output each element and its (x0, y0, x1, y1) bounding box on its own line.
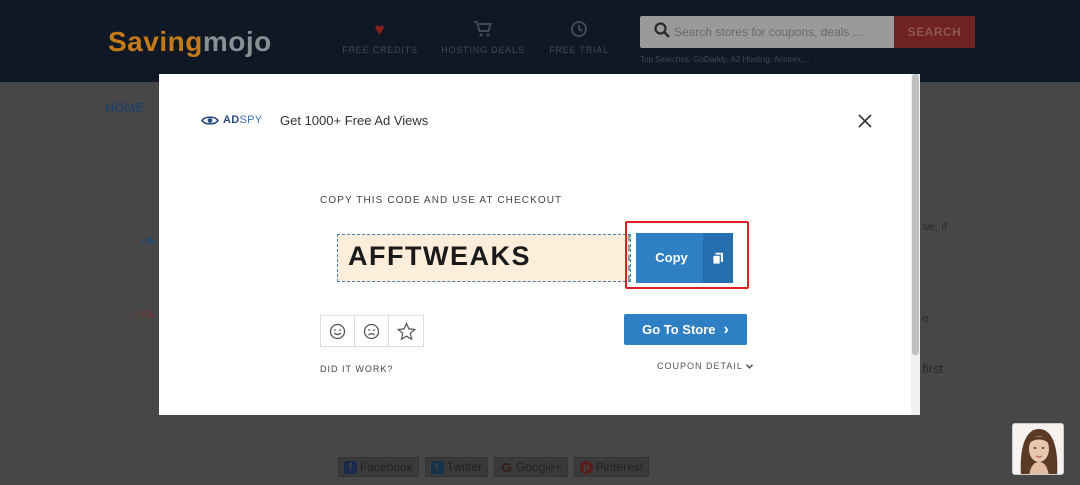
coupon-code[interactable]: AFFTWEAKS (348, 241, 531, 272)
star-icon (396, 321, 416, 340)
coupon-detail-toggle[interactable]: COUPON DETAIL (657, 361, 753, 371)
avatar-image (1013, 424, 1063, 474)
smile-button[interactable] (321, 316, 355, 346)
facebook-icon: f (344, 460, 357, 474)
feedback-buttons (320, 315, 424, 347)
twitter-icon: t (430, 460, 444, 474)
modal-scrollbar[interactable] (911, 74, 920, 415)
nav-label: FREE TRIAL (549, 45, 609, 55)
heart-outline-icon: ♡ (130, 310, 142, 321)
logo-part-1: Saving (108, 26, 203, 57)
copy-button[interactable]: Copy (636, 233, 733, 283)
nav-label: HOSTING DEALS (441, 45, 525, 55)
pinterest-icon: p (579, 460, 593, 474)
coupon-code-box[interactable]: AFFTWEAKS (337, 234, 631, 282)
did-it-work-label: DID IT WORK? (320, 364, 394, 374)
share-buttons: f Facebook t Twitter G Google+ p Pintere… (338, 457, 650, 477)
site-header: Savingmojo ♥ FREE CREDITS HOSTING DEALS … (0, 0, 1080, 82)
clock-icon (534, 20, 624, 40)
copy-button-label: Copy (655, 250, 688, 265)
search-icon (654, 22, 670, 43)
go-to-store-button[interactable]: Go To Store › (624, 314, 747, 345)
bg-text: first (922, 361, 943, 376)
coupon-modal: ADSPY Get 1000+ Free Ad Views COPY THIS … (159, 74, 920, 415)
scrollbar-thumb[interactable] (912, 74, 919, 355)
share-google-button[interactable]: G Google+ (494, 457, 568, 477)
copy-instruction: COPY THIS CODE AND USE AT CHECKOUT (320, 195, 563, 206)
adspy-logo[interactable]: ADSPY (201, 114, 262, 126)
search-button[interactable]: SEARCH (894, 16, 975, 48)
close-button[interactable] (856, 112, 874, 130)
share-twitter-button[interactable]: t Twitter (424, 457, 489, 477)
cart-icon (438, 20, 528, 40)
nav-hosting-deals[interactable]: HOSTING DEALS (438, 20, 528, 55)
nav-free-trial[interactable]: FREE TRIAL (534, 20, 624, 55)
heart-icon: ♥ (374, 20, 386, 39)
sad-icon (363, 323, 380, 339)
bg-text: e (922, 311, 929, 325)
logo-part-2: mojo (202, 26, 272, 57)
smile-icon (329, 323, 346, 339)
favorite-button[interactable]: ♡ FA (130, 310, 154, 321)
bg-text: se, it (922, 219, 948, 233)
store-logo-icon: ❧ (140, 228, 159, 253)
coupon-detail-label: COUPON DETAIL (657, 361, 743, 371)
breadcrumb-home[interactable]: HOME (105, 100, 144, 115)
go-to-store-label: Go To Store (642, 322, 716, 337)
share-label: Pinterest (595, 460, 644, 474)
chevron-right-icon: › (723, 320, 729, 338)
ad-banner-text[interactable]: Get 1000+ Free Ad Views (280, 113, 428, 128)
google-icon: G (501, 459, 512, 475)
eye-icon (201, 115, 219, 125)
top-searches: Top Searches: GoDaddy, A2 Hosting, Anstr… (640, 55, 810, 64)
search-placeholder: Search stores for coupons, deals ... (674, 25, 863, 39)
share-label: Google+ (516, 460, 562, 474)
share-pinterest-button[interactable]: p Pinterest (573, 457, 650, 477)
share-label: Twitter (446, 460, 483, 474)
nav-free-credits[interactable]: ♥ FREE CREDITS (335, 20, 425, 55)
share-facebook-button[interactable]: f Facebook (338, 457, 419, 477)
site-logo[interactable]: Savingmojo (108, 26, 272, 58)
chevron-down-icon (745, 363, 753, 369)
share-label: Facebook (360, 460, 413, 474)
close-icon (858, 114, 872, 128)
sad-button[interactable] (355, 316, 389, 346)
adspy-logo-text-2: SPY (239, 114, 263, 126)
chat-avatar[interactable] (1012, 423, 1064, 475)
copy-icon (703, 233, 733, 283)
adspy-logo-text-1: AD (223, 114, 240, 126)
favorite-star-button[interactable] (389, 316, 423, 346)
search-input[interactable]: Search stores for coupons, deals ... (640, 16, 894, 48)
favorite-label: FA (141, 310, 154, 321)
nav-label: FREE CREDITS (342, 45, 418, 55)
